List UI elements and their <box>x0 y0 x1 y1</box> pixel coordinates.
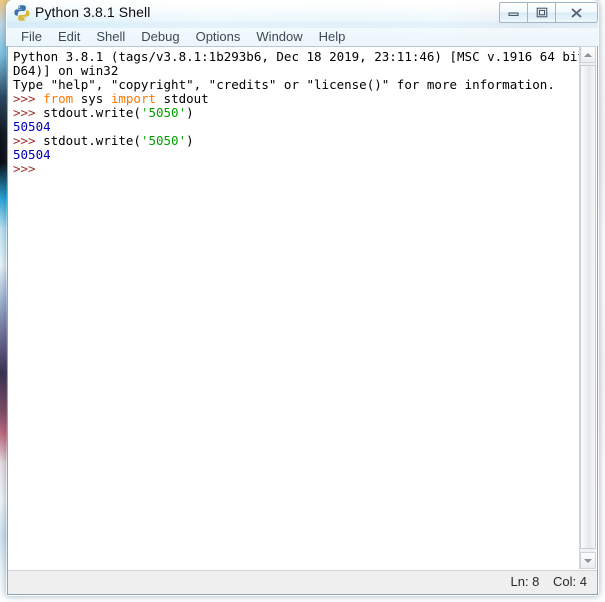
shell-token-keyword: import <box>110 91 157 106</box>
shell-line: D64)] on win32 <box>13 64 580 78</box>
close-icon <box>556 3 597 22</box>
shell-token-output: 50504 <box>13 119 51 134</box>
menu-item-help[interactable]: Help <box>311 28 354 46</box>
cursor-position-status: Ln: 8 Col: 4 <box>500 574 587 589</box>
shell-token-prompt: >>> <box>13 133 44 148</box>
window-title: Python 3.8.1 Shell <box>35 4 151 20</box>
shell-line: >>> from sys import stdout <box>13 92 580 106</box>
maximize-restore-button[interactable] <box>527 2 556 23</box>
python-logo-icon <box>14 5 30 21</box>
window-client-area: Python 3.8.1 (tags/v3.8.1:1b293b6, Dec 1… <box>7 46 598 595</box>
status-bar: Ln: 8 Col: 4 <box>8 570 597 594</box>
menu-item-shell[interactable]: Shell <box>88 28 133 46</box>
shell-token-output: 50504 <box>13 147 51 162</box>
status-column-number: Col: 4 <box>553 574 587 589</box>
shell-line: >>> stdout.write('5050') <box>13 134 580 148</box>
status-line-number: Ln: 8 <box>510 574 540 589</box>
menu-bar: File Edit Shell Debug Options Window Hel… <box>7 28 598 46</box>
shell-token-keyword: from <box>43 91 74 106</box>
menu-item-file[interactable]: File <box>13 28 50 46</box>
shell-token-plain: D64)] on win32 <box>13 63 119 78</box>
menu-item-edit[interactable]: Edit <box>50 28 88 46</box>
shell-token-string: '5050' <box>140 133 187 148</box>
restore-icon <box>528 3 555 22</box>
title-bar[interactable]: Python 3.8.1 Shell <box>6 0 599 28</box>
shell-line: 50504 <box>13 120 580 134</box>
menu-item-debug[interactable]: Debug <box>133 28 187 46</box>
scroll-down-button[interactable] <box>580 552 596 569</box>
shell-line: Type "help", "copyright", "credits" or "… <box>13 78 580 92</box>
menu-item-options[interactable]: Options <box>188 28 249 46</box>
scrollbar-thumb[interactable] <box>580 65 596 549</box>
shell-token-prompt: >>> <box>13 91 44 106</box>
vertical-scrollbar[interactable] <box>579 46 596 569</box>
shell-line: Python 3.8.1 (tags/v3.8.1:1b293b6, Dec 1… <box>13 50 580 64</box>
shell-token-plain: stdout.write( <box>43 105 141 120</box>
shell-token-plain: ) <box>186 133 194 148</box>
shell-token-plain: ) <box>186 105 194 120</box>
menu-item-window[interactable]: Window <box>248 28 310 46</box>
shell-line: >>> <box>13 162 580 176</box>
close-button[interactable] <box>555 2 598 23</box>
scroll-up-button[interactable] <box>580 46 596 63</box>
shell-token-plain: stdout <box>156 91 209 106</box>
shell-token-string: '5050' <box>140 105 187 120</box>
shell-text-area[interactable]: Python 3.8.1 (tags/v3.8.1:1b293b6, Dec 1… <box>8 46 580 570</box>
shell-output-text: Python 3.8.1 (tags/v3.8.1:1b293b6, Dec 1… <box>13 50 580 176</box>
shell-token-prompt: >>> <box>13 105 44 120</box>
minimize-button[interactable] <box>499 2 528 23</box>
shell-line: >>> stdout.write('5050') <box>13 106 580 120</box>
shell-token-plain: Python 3.8.1 (tags/v3.8.1:1b293b6, Dec 1… <box>13 49 580 64</box>
shell-token-prompt: >>> <box>13 161 44 176</box>
minimize-icon <box>500 3 527 22</box>
shell-token-plain: Type "help", "copyright", "credits" or "… <box>13 77 555 92</box>
chevron-up-icon <box>584 52 592 57</box>
chevron-down-icon <box>584 558 592 563</box>
shell-token-plain: sys <box>73 91 111 106</box>
shell-token-plain: stdout.write( <box>43 133 141 148</box>
python-shell-window: Python 3.8.1 Shell File Edit Shell Debug… <box>6 0 599 596</box>
shell-line: 50504 <box>13 148 580 162</box>
